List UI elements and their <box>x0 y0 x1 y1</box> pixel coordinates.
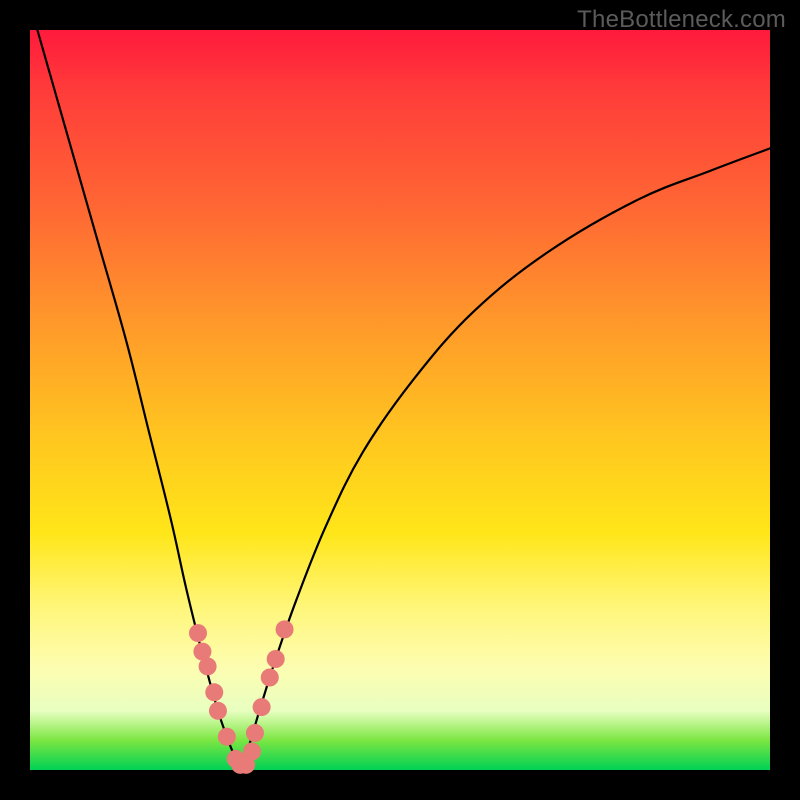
watermark-text: TheBottleneck.com <box>577 6 786 34</box>
chart-frame: TheBottleneck.com <box>0 0 800 800</box>
data-marker <box>243 743 261 761</box>
data-marker <box>205 683 223 701</box>
data-marker <box>267 650 285 668</box>
data-marker <box>218 728 236 746</box>
data-marker <box>209 702 227 720</box>
data-marker <box>261 669 279 687</box>
curve-layer <box>37 30 770 765</box>
data-marker <box>189 624 207 642</box>
data-marker <box>276 620 294 638</box>
data-marker <box>253 698 271 716</box>
marker-layer <box>189 620 294 773</box>
chart-svg <box>30 30 770 770</box>
curve-right-branch <box>240 148 770 764</box>
data-marker <box>246 724 264 742</box>
plot-area <box>30 30 770 770</box>
data-marker <box>199 657 217 675</box>
